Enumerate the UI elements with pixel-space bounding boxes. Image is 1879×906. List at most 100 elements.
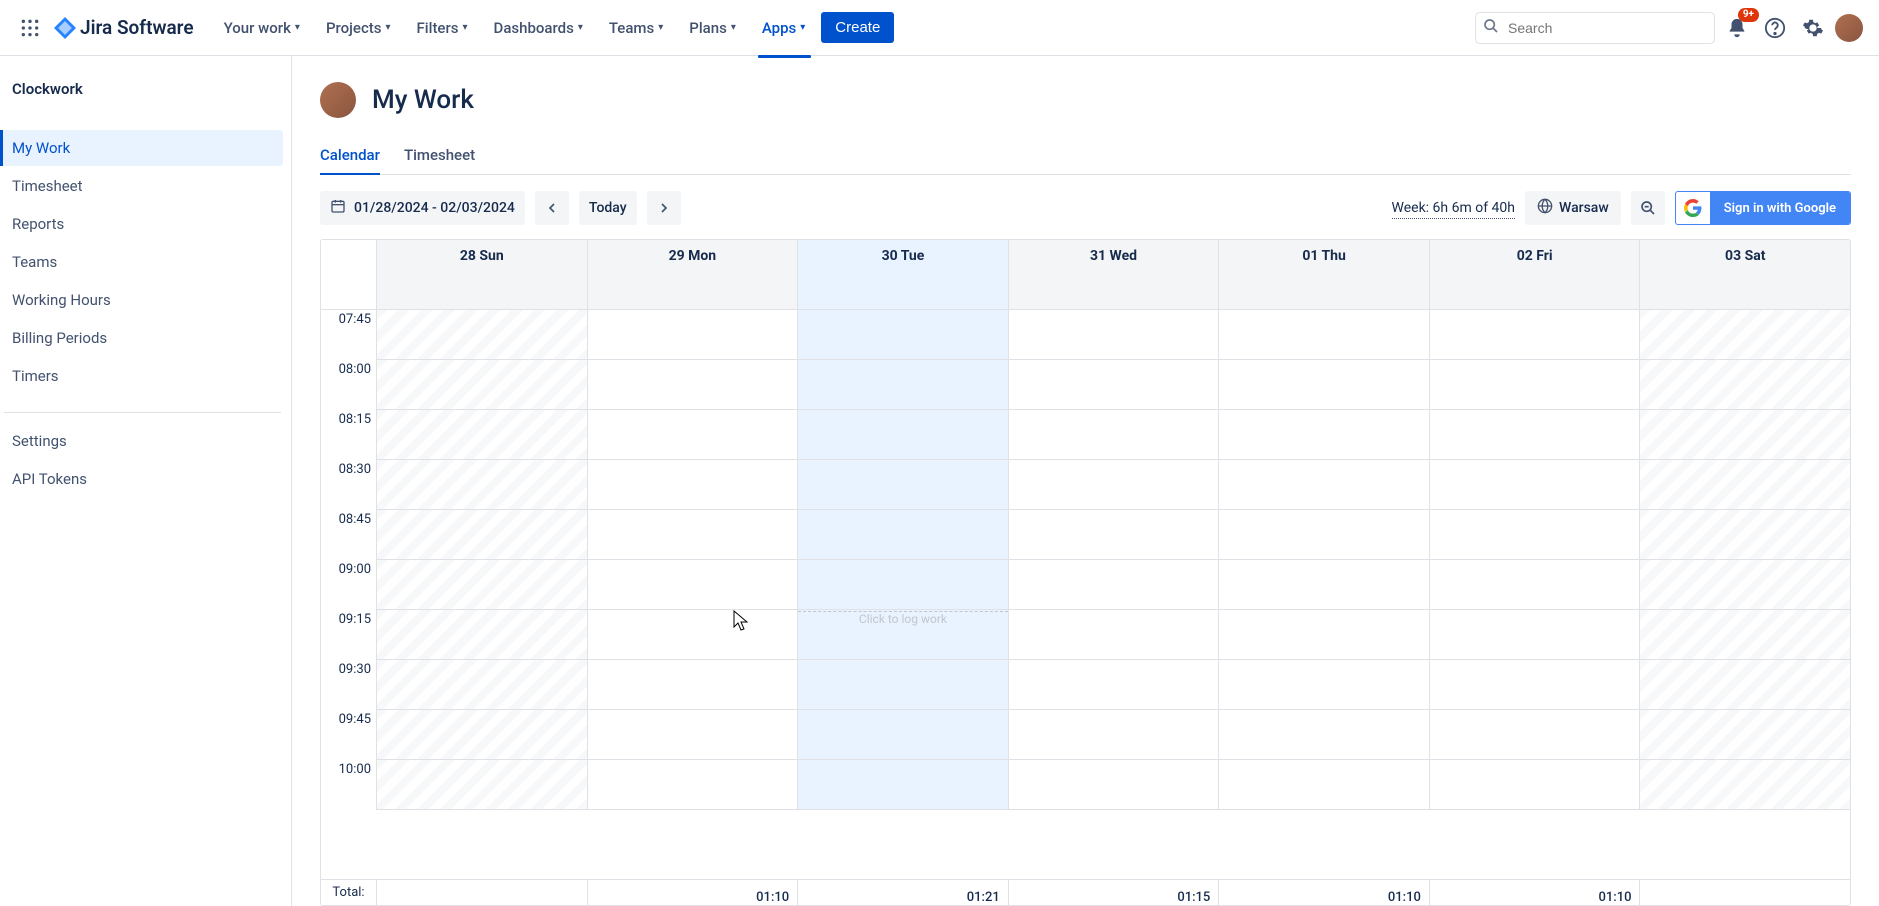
- sidebar-item-reports[interactable]: Reports: [0, 206, 283, 242]
- calendar-cell[interactable]: [1640, 360, 1850, 410]
- calendar-cell[interactable]: [1009, 360, 1219, 410]
- calendar-cell[interactable]: [377, 410, 587, 460]
- calendar-cell[interactable]: [1009, 610, 1219, 660]
- calendar-cell[interactable]: [588, 360, 798, 410]
- sidebar-item-timesheet[interactable]: Timesheet: [0, 168, 283, 204]
- day-column[interactable]: [1009, 310, 1220, 810]
- calendar-cell[interactable]: [798, 510, 1008, 560]
- help-icon[interactable]: [1759, 12, 1791, 44]
- calendar-cell[interactable]: [377, 660, 587, 710]
- sidebar-item-billing-periods[interactable]: Billing Periods: [0, 320, 283, 356]
- date-range-button[interactable]: 01/28/2024 - 02/03/2024: [320, 191, 525, 225]
- calendar-cell[interactable]: [1430, 310, 1640, 360]
- calendar-cell[interactable]: [1219, 610, 1429, 660]
- sidebar-item-timers[interactable]: Timers: [0, 358, 283, 394]
- calendar-cell[interactable]: [1640, 510, 1850, 560]
- calendar-cell[interactable]: [1009, 310, 1219, 360]
- sidebar-item-teams[interactable]: Teams: [0, 244, 283, 280]
- calendar-cell[interactable]: [588, 310, 798, 360]
- nav-apps[interactable]: Apps▾: [752, 13, 815, 43]
- calendar-cell[interactable]: [1219, 710, 1429, 760]
- jira-logo[interactable]: Jira Software: [54, 16, 194, 39]
- calendar-cell[interactable]: [1640, 310, 1850, 360]
- calendar-cell[interactable]: [1430, 710, 1640, 760]
- calendar-cell[interactable]: [1640, 610, 1850, 660]
- notifications-icon[interactable]: 9+: [1721, 12, 1753, 44]
- next-period-button[interactable]: [647, 191, 681, 225]
- calendar-cell[interactable]: [798, 660, 1008, 710]
- nav-plans[interactable]: Plans▾: [679, 13, 746, 43]
- calendar-cell[interactable]: [377, 760, 587, 810]
- nav-your-work[interactable]: Your work▾: [214, 13, 310, 43]
- calendar-cell[interactable]: [1009, 510, 1219, 560]
- calendar-cell[interactable]: [798, 460, 1008, 510]
- day-column[interactable]: [1219, 310, 1430, 810]
- calendar-cell[interactable]: [377, 460, 587, 510]
- calendar-cell[interactable]: [1009, 660, 1219, 710]
- calendar-cell[interactable]: [1219, 760, 1429, 810]
- day-column[interactable]: [377, 310, 588, 810]
- prev-period-button[interactable]: [535, 191, 569, 225]
- calendar-cell[interactable]: [798, 560, 1008, 610]
- settings-icon[interactable]: [1797, 12, 1829, 44]
- calendar-cell[interactable]: [1430, 510, 1640, 560]
- calendar-cell[interactable]: [1430, 460, 1640, 510]
- calendar-cell[interactable]: [1219, 460, 1429, 510]
- calendar-cell[interactable]: [1430, 410, 1640, 460]
- calendar-cell[interactable]: [588, 560, 798, 610]
- day-column[interactable]: [1640, 310, 1850, 810]
- nav-projects[interactable]: Projects▾: [316, 13, 401, 43]
- calendar-cell[interactable]: [1430, 360, 1640, 410]
- calendar-cell[interactable]: [798, 710, 1008, 760]
- calendar-cell[interactable]: [377, 360, 587, 410]
- calendar-cell[interactable]: [1009, 710, 1219, 760]
- calendar-cell[interactable]: [377, 610, 587, 660]
- calendar-cell[interactable]: [1640, 460, 1850, 510]
- calendar-cell[interactable]: [377, 510, 587, 560]
- calendar-cell[interactable]: [1219, 510, 1429, 560]
- calendar-cell[interactable]: [1430, 610, 1640, 660]
- nav-dashboards[interactable]: Dashboards▾: [484, 13, 593, 43]
- create-button[interactable]: Create: [821, 12, 894, 43]
- calendar-cell[interactable]: [588, 660, 798, 710]
- calendar-cell[interactable]: [1009, 760, 1219, 810]
- timezone-button[interactable]: Warsaw: [1525, 191, 1621, 225]
- day-column[interactable]: [588, 310, 799, 810]
- sidebar-item-my-work[interactable]: My Work: [0, 130, 283, 166]
- signin-google-button[interactable]: Sign in with Google: [1675, 191, 1851, 225]
- app-switcher-icon[interactable]: [16, 14, 44, 42]
- calendar-cell[interactable]: [1430, 660, 1640, 710]
- sidebar-item-settings[interactable]: Settings: [0, 423, 283, 459]
- calendar-cell[interactable]: [1009, 460, 1219, 510]
- calendar-cell[interactable]: [1219, 660, 1429, 710]
- nav-teams[interactable]: Teams▾: [599, 13, 673, 43]
- search-input[interactable]: [1475, 12, 1715, 44]
- calendar-cell[interactable]: [1430, 760, 1640, 810]
- calendar-cell[interactable]: [1640, 660, 1850, 710]
- calendar-cell[interactable]: [588, 710, 798, 760]
- calendar-cell[interactable]: [1009, 410, 1219, 460]
- tab-calendar[interactable]: Calendar: [320, 140, 380, 174]
- sidebar-item-api-tokens[interactable]: API Tokens: [0, 461, 283, 497]
- calendar-cell[interactable]: [1640, 760, 1850, 810]
- calendar-cell[interactable]: [1219, 410, 1429, 460]
- calendar-body[interactable]: ▲ 07:4508:0008:1508:3008:4509:0009:1509:…: [321, 310, 1850, 879]
- profile-avatar[interactable]: [1835, 14, 1863, 42]
- day-column[interactable]: [1430, 310, 1641, 810]
- calendar-cell[interactable]: [798, 360, 1008, 410]
- calendar-cell[interactable]: [1219, 310, 1429, 360]
- tab-timesheet[interactable]: Timesheet: [404, 140, 475, 174]
- calendar-cell[interactable]: [588, 510, 798, 560]
- calendar-cell[interactable]: [798, 310, 1008, 360]
- sidebar-item-working-hours[interactable]: Working Hours: [0, 282, 283, 318]
- calendar-cell[interactable]: [1009, 560, 1219, 610]
- calendar-cell[interactable]: [798, 760, 1008, 810]
- today-button[interactable]: Today: [579, 191, 637, 225]
- calendar-cell[interactable]: [1640, 710, 1850, 760]
- calendar-cell[interactable]: [1219, 560, 1429, 610]
- calendar-cell[interactable]: [588, 410, 798, 460]
- calendar-cell[interactable]: [377, 710, 587, 760]
- calendar-cell[interactable]: [1430, 560, 1640, 610]
- calendar-cell[interactable]: Click to log work: [798, 610, 1008, 660]
- calendar-cell[interactable]: [588, 610, 798, 660]
